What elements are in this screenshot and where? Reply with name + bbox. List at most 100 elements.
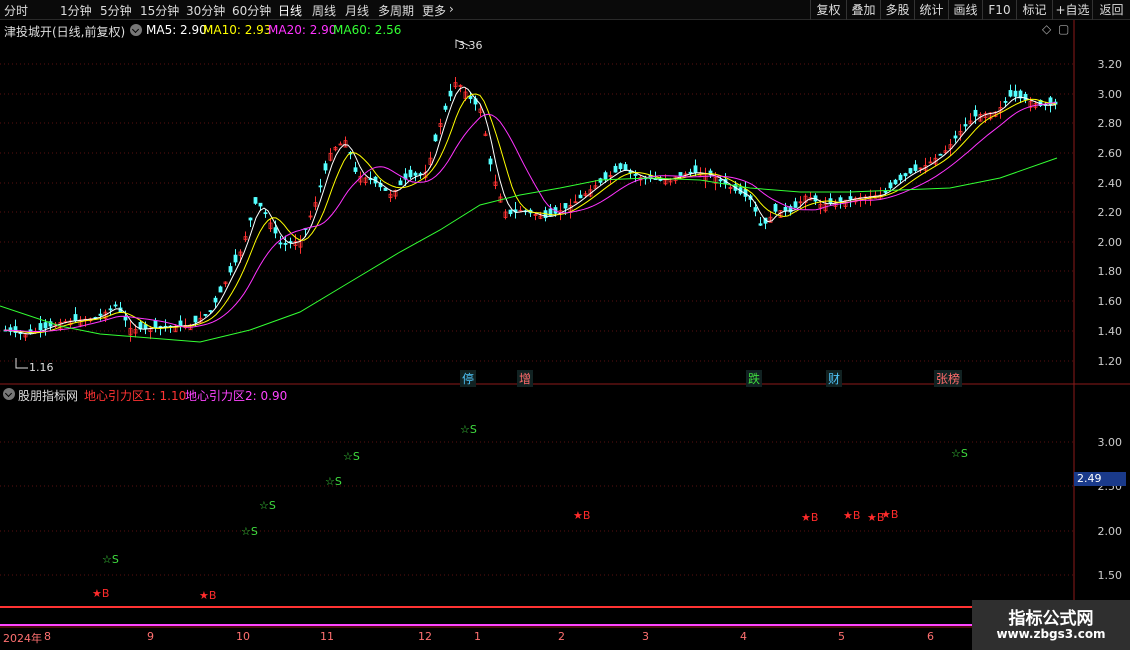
chevron-right-icon[interactable]: › bbox=[449, 2, 454, 16]
candle-body bbox=[263, 212, 268, 215]
period-tab-5min[interactable]: 5分钟 bbox=[100, 2, 132, 19]
time-axis-label: 8 bbox=[44, 630, 51, 643]
indicator-chart[interactable] bbox=[0, 384, 1130, 628]
candle-body bbox=[953, 135, 958, 139]
period-tab-more[interactable]: 更多 bbox=[422, 2, 446, 19]
statistics-button[interactable]: 统计 bbox=[914, 0, 948, 20]
buy-signal: ★B bbox=[199, 589, 217, 602]
sell-signal: ☆S bbox=[460, 423, 477, 436]
time-axis-label: 10 bbox=[236, 630, 250, 643]
period-tab-60min[interactable]: 60分钟 bbox=[232, 2, 271, 19]
candle-body bbox=[938, 153, 943, 156]
time-axis-label: 6 bbox=[927, 630, 934, 643]
indicator-y-tick: 1.50 bbox=[1097, 569, 1123, 582]
candle-body bbox=[113, 304, 118, 307]
candle-body bbox=[628, 170, 633, 173]
watermark-title: 指标公式网 bbox=[1008, 609, 1094, 629]
candle-body bbox=[563, 203, 568, 209]
candle-body bbox=[893, 179, 898, 185]
candle-body bbox=[898, 174, 903, 181]
y-tick-label: 2.40 bbox=[1097, 177, 1123, 190]
candle-body bbox=[408, 169, 413, 178]
candle-body bbox=[718, 179, 723, 182]
period-tab-multi[interactable]: 多周期 bbox=[378, 2, 414, 19]
period-tab-daily[interactable]: 日线 bbox=[278, 2, 302, 19]
candle-body bbox=[278, 242, 283, 245]
mark-button[interactable]: 标记 bbox=[1016, 0, 1052, 20]
y-tick-label: 3.00 bbox=[1097, 88, 1123, 101]
candle-body bbox=[693, 165, 698, 173]
candle-body bbox=[488, 158, 493, 165]
buy-signal: ★B bbox=[843, 509, 861, 522]
buy-signal: ★B bbox=[92, 587, 110, 600]
candle-body bbox=[218, 286, 223, 293]
y-tick-label: 1.60 bbox=[1097, 295, 1123, 308]
time-axis-label: 2 bbox=[558, 630, 565, 643]
stock-chart-window: 分时 1分钟 5分钟 15分钟 30分钟 60分钟 日线 周线 月线 多周期 更… bbox=[0, 0, 1130, 650]
period-tab-15min[interactable]: 15分钟 bbox=[140, 2, 179, 19]
candle-body bbox=[963, 124, 968, 127]
time-axis-label: 3 bbox=[642, 630, 649, 643]
candle-body bbox=[228, 266, 233, 273]
back-button[interactable]: 返回 bbox=[1092, 0, 1130, 20]
time-axis-label: 5 bbox=[838, 630, 845, 643]
sell-signal: ☆S bbox=[241, 525, 258, 538]
time-axis-label: 12 bbox=[418, 630, 432, 643]
period-tab-weekly[interactable]: 周线 bbox=[312, 2, 336, 19]
candle-body bbox=[793, 201, 798, 208]
candle-body bbox=[773, 204, 778, 212]
candle-body bbox=[153, 320, 158, 329]
candle-body bbox=[398, 180, 403, 186]
candle-body bbox=[973, 109, 978, 117]
candle-body bbox=[618, 163, 623, 170]
time-axis-label: 11 bbox=[320, 630, 334, 643]
f10-button[interactable]: F10 bbox=[982, 0, 1016, 20]
period-tab-1min[interactable]: 1分钟 bbox=[60, 2, 92, 19]
current-value-badge: 2.49 bbox=[1074, 472, 1126, 486]
candle-body bbox=[613, 165, 618, 173]
sell-signal: ☆S bbox=[259, 499, 276, 512]
candle-body bbox=[603, 172, 608, 180]
candle-body bbox=[208, 310, 213, 312]
time-axis-label: 9 bbox=[147, 630, 154, 643]
candle-body bbox=[633, 174, 638, 176]
fuquan-button[interactable]: 复权 bbox=[810, 0, 846, 20]
period-tab-fenshi[interactable]: 分时 bbox=[4, 2, 28, 19]
buy-signal: ★B bbox=[881, 508, 899, 521]
candle-body bbox=[258, 202, 263, 207]
add-watchlist-button[interactable]: +自选 bbox=[1052, 0, 1092, 20]
sell-signal: ☆S bbox=[951, 447, 968, 460]
y-tick-label: 2.20 bbox=[1097, 206, 1123, 219]
candle-body bbox=[273, 227, 278, 234]
candle-body bbox=[578, 194, 583, 199]
period-tab-30min[interactable]: 30分钟 bbox=[186, 2, 225, 19]
candle-body bbox=[193, 315, 198, 323]
candle-body bbox=[753, 207, 758, 212]
candle-body bbox=[253, 197, 258, 204]
candle-body bbox=[123, 316, 128, 321]
candle-body bbox=[1013, 90, 1018, 97]
candle-body bbox=[38, 323, 43, 331]
time-axis-label: 4 bbox=[740, 630, 747, 643]
y-tick-label: 2.80 bbox=[1097, 117, 1123, 130]
candle-body bbox=[443, 105, 448, 110]
y-tick-label: 1.40 bbox=[1097, 325, 1123, 338]
y-tick-label: 2.00 bbox=[1097, 236, 1123, 249]
period-tab-monthly[interactable]: 月线 bbox=[345, 2, 369, 19]
candlestick-chart[interactable] bbox=[0, 20, 1130, 385]
low-price-label: 1.16 bbox=[29, 361, 54, 374]
draw-line-button[interactable]: 画线 bbox=[948, 0, 982, 20]
candle-body bbox=[73, 314, 78, 321]
candle-body bbox=[318, 185, 323, 188]
candle-body bbox=[468, 95, 473, 100]
indicator-y-tick: 2.00 bbox=[1097, 525, 1123, 538]
candle-body bbox=[913, 164, 918, 171]
sell-signal: ☆S bbox=[325, 475, 342, 488]
sell-signal: ☆S bbox=[102, 553, 119, 566]
candle-body bbox=[43, 322, 48, 329]
candle-body bbox=[213, 297, 218, 303]
candle-body bbox=[233, 254, 238, 263]
watermark-url: www.zbgs3.com bbox=[996, 627, 1106, 641]
multi-stock-button[interactable]: 多股 bbox=[880, 0, 914, 20]
overlay-button[interactable]: 叠加 bbox=[846, 0, 880, 20]
